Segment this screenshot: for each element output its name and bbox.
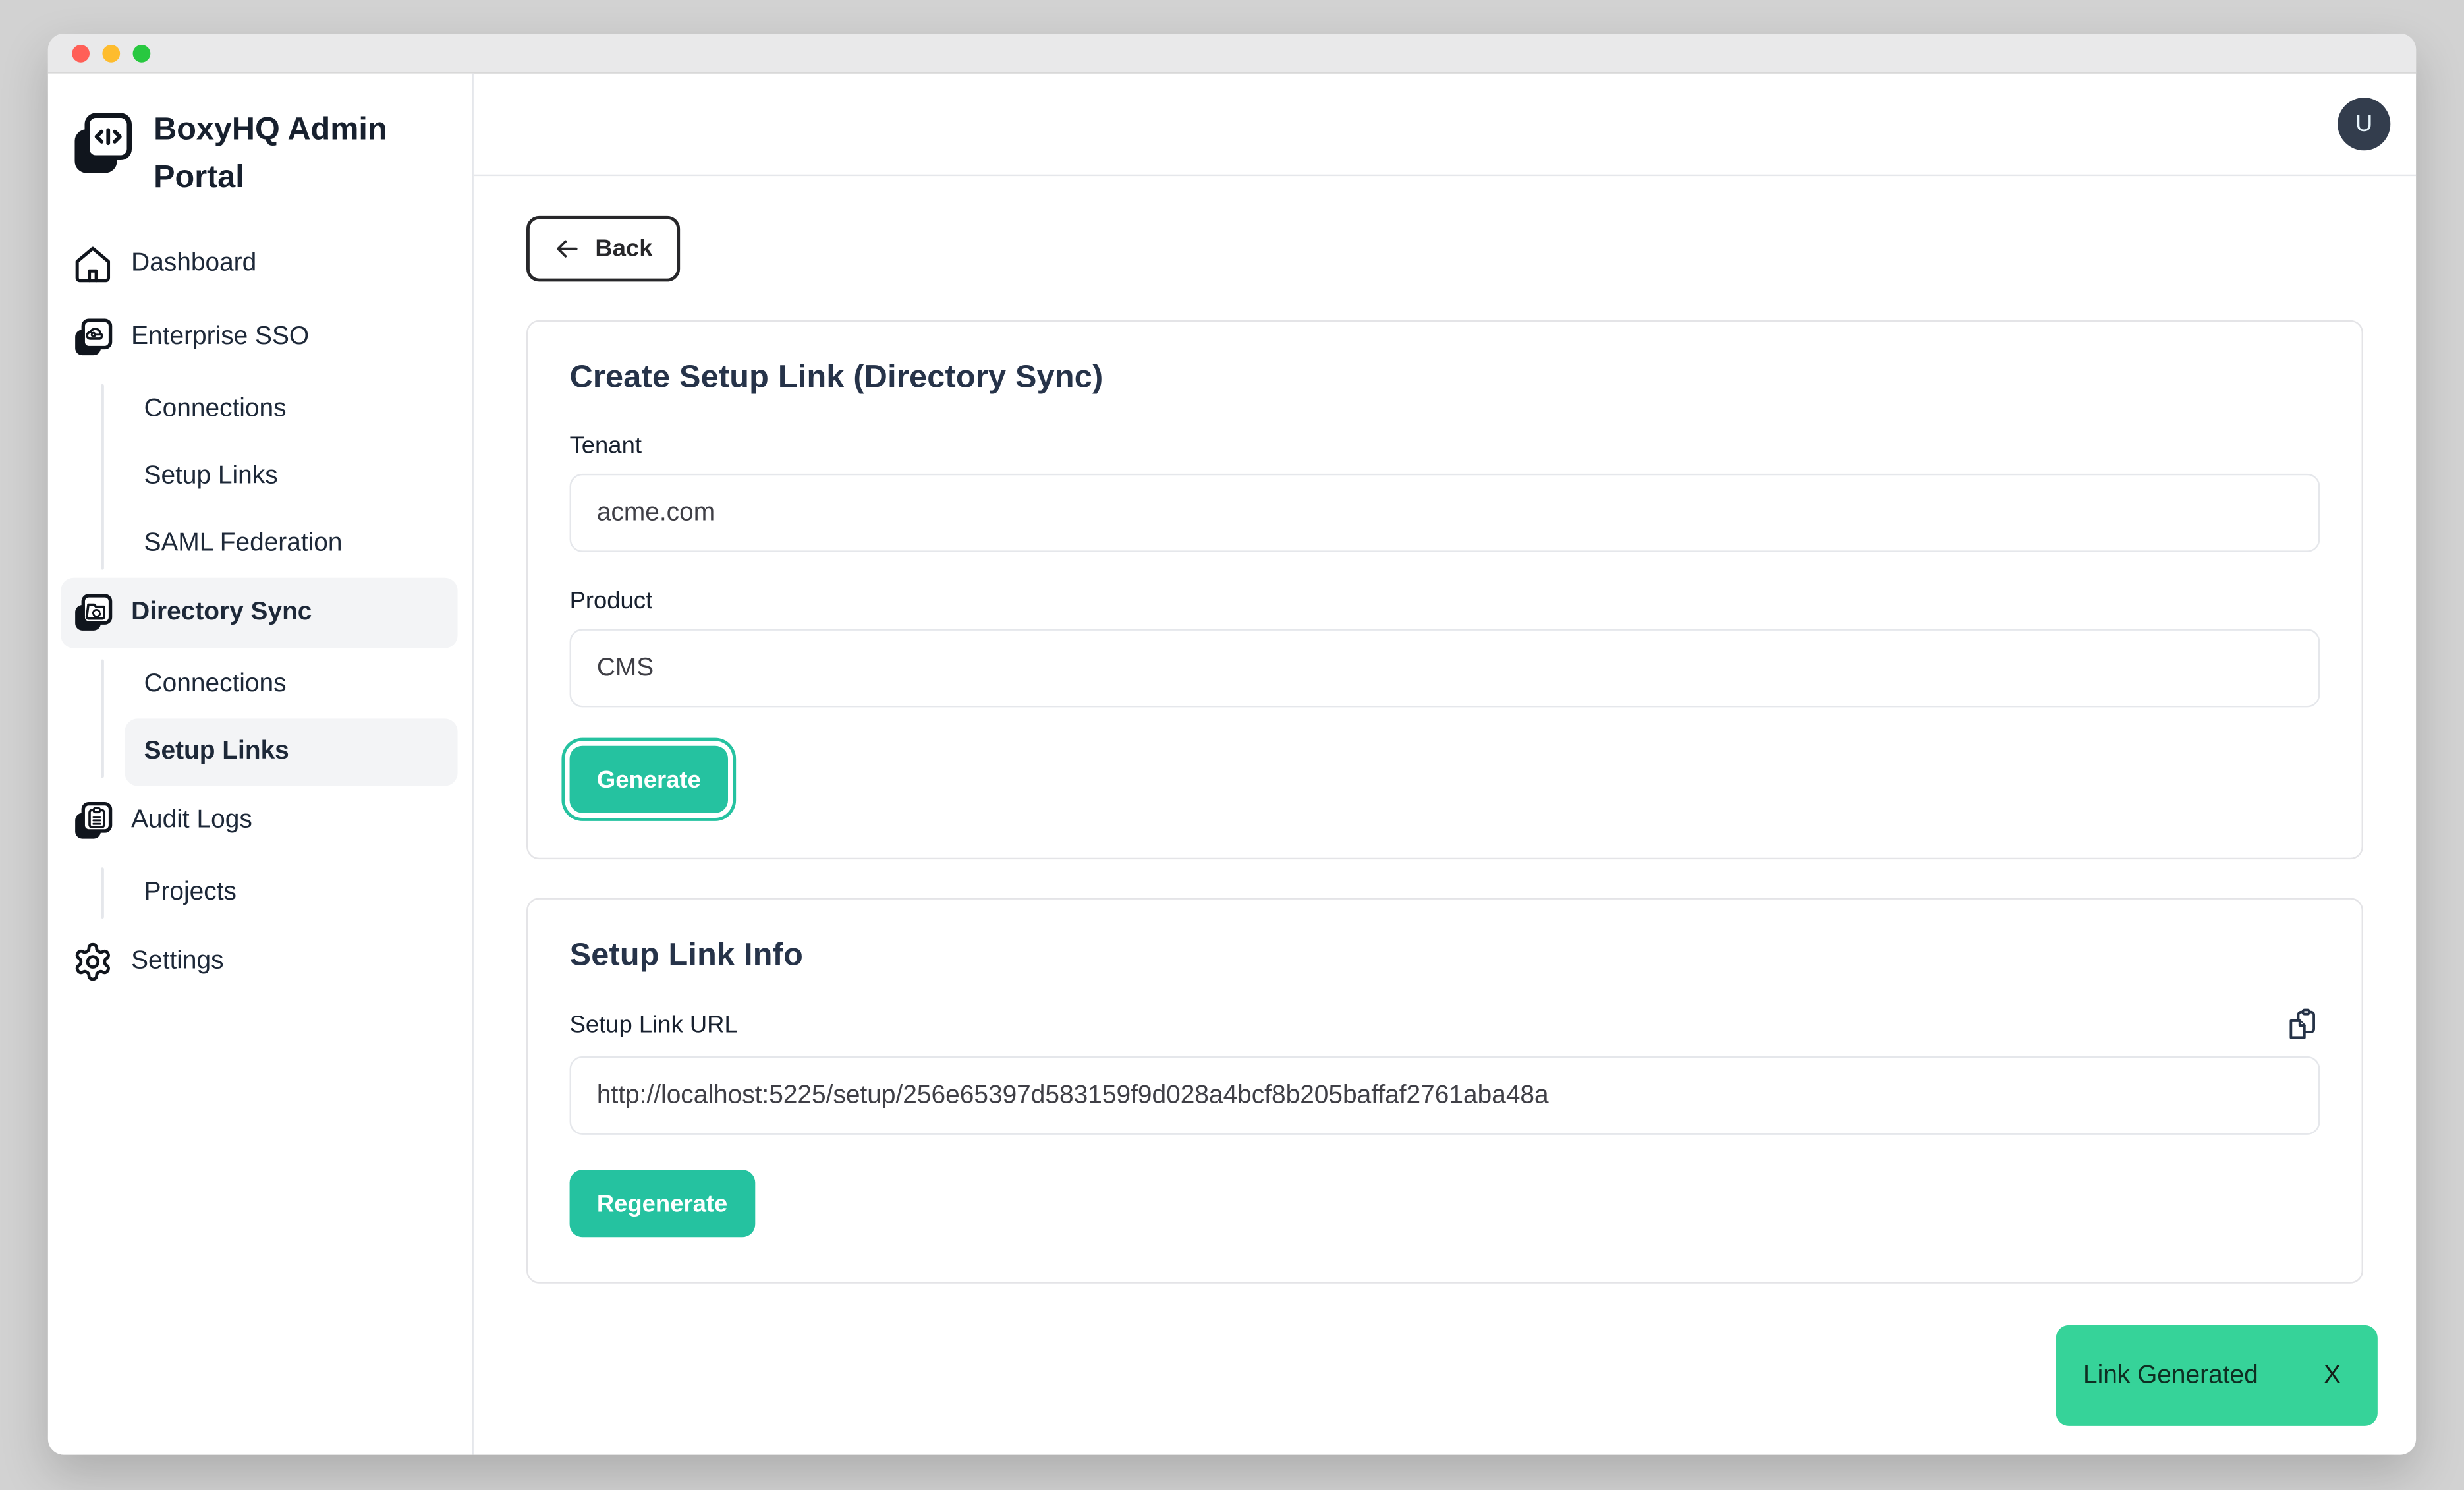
back-button[interactable]: Back [526,216,680,282]
product-input[interactable] [570,629,2320,707]
avatar[interactable]: U [2338,98,2390,150]
card-title: Create Setup Link (Directory Sync) [570,360,2320,397]
sidebar-item-label: Settings [131,948,223,977]
regenerate-button[interactable]: Regenerate [570,1170,755,1237]
sidebar-item-label: Enterprise SSO [131,324,309,353]
sidebar-item-dsync-setup-links[interactable]: Setup Links [125,718,457,786]
sidebar-item-dashboard[interactable]: Dashboard [61,229,457,299]
directory-sync-keycap-icon [72,592,113,634]
sidebar-item-saml-federation[interactable]: SAML Federation [125,511,457,578]
tenant-label: Tenant [570,432,2320,459]
card-title: Setup Link Info [570,938,2320,975]
sidebar-item-enterprise-sso[interactable]: Enterprise SSO [61,302,457,373]
toast-close-icon[interactable]: X [2324,1361,2341,1390]
sidebar-item-label: Dashboard [131,250,256,279]
gear-icon [72,941,113,983]
desktop-background: BoxyHQ Admin Portal Dashboard [0,0,2464,1490]
sidebar-item-sso-connections[interactable]: Connections [125,376,457,444]
sidebar-item-audit-logs[interactable]: Audit Logs [61,786,457,856]
toast-link-generated: Link Generated X [2056,1325,2378,1426]
topbar: U [474,74,2416,176]
tenant-input[interactable] [570,474,2320,552]
enterprise-sso-subgroup: Connections Setup Links SAML Federation [48,376,472,578]
page-content: Back Create Setup Link (Directory Sync) … [474,176,2416,1454]
sidebar-item-label: Audit Logs [131,807,252,836]
toast-message: Link Generated [2083,1361,2258,1390]
brand-title: BoxyHQ Admin Portal [154,105,449,202]
generate-button[interactable]: Generate [570,746,729,813]
sidebar-item-settings[interactable]: Settings [61,927,457,997]
close-window-button[interactable] [72,44,90,62]
app-window: BoxyHQ Admin Portal Dashboard [48,34,2416,1455]
setup-link-url-label: Setup Link URL [570,1011,738,1038]
sidebar-nav: Dashboard Enterprise SSO [48,229,472,997]
zoom-window-button[interactable] [133,44,151,62]
setup-link-url-input[interactable] [570,1056,2320,1135]
sso-keycap-icon [72,317,113,358]
directory-sync-subgroup: Connections Setup Links [48,651,472,786]
setup-link-info-card: Setup Link Info Setup Link URL [526,898,2363,1283]
sidebar-item-directory-sync[interactable]: Directory Sync [61,578,457,648]
copy-icon[interactable] [2285,1007,2320,1042]
boxyhq-logo-icon [70,111,134,178]
sidebar: BoxyHQ Admin Portal Dashboard [48,74,474,1455]
sidebar-item-label: Directory Sync [131,598,312,627]
create-setup-link-card: Create Setup Link (Directory Sync) Tenan… [526,320,2363,859]
minimize-window-button[interactable] [102,44,120,62]
product-label: Product [570,587,2320,614]
window-titlebar [48,34,2416,74]
audit-logs-subgroup: Projects [48,859,472,927]
sidebar-item-projects[interactable]: Projects [125,859,457,927]
arrow-left-icon [553,235,580,262]
main-area: U Back Create Setup Link (Directory Sync… [474,74,2416,1455]
sidebar-item-dsync-connections[interactable]: Connections [125,651,457,718]
sidebar-item-sso-setup-links[interactable]: Setup Links [125,444,457,511]
home-icon [72,243,113,285]
audit-logs-keycap-icon [72,800,113,842]
brand[interactable]: BoxyHQ Admin Portal [48,105,472,202]
